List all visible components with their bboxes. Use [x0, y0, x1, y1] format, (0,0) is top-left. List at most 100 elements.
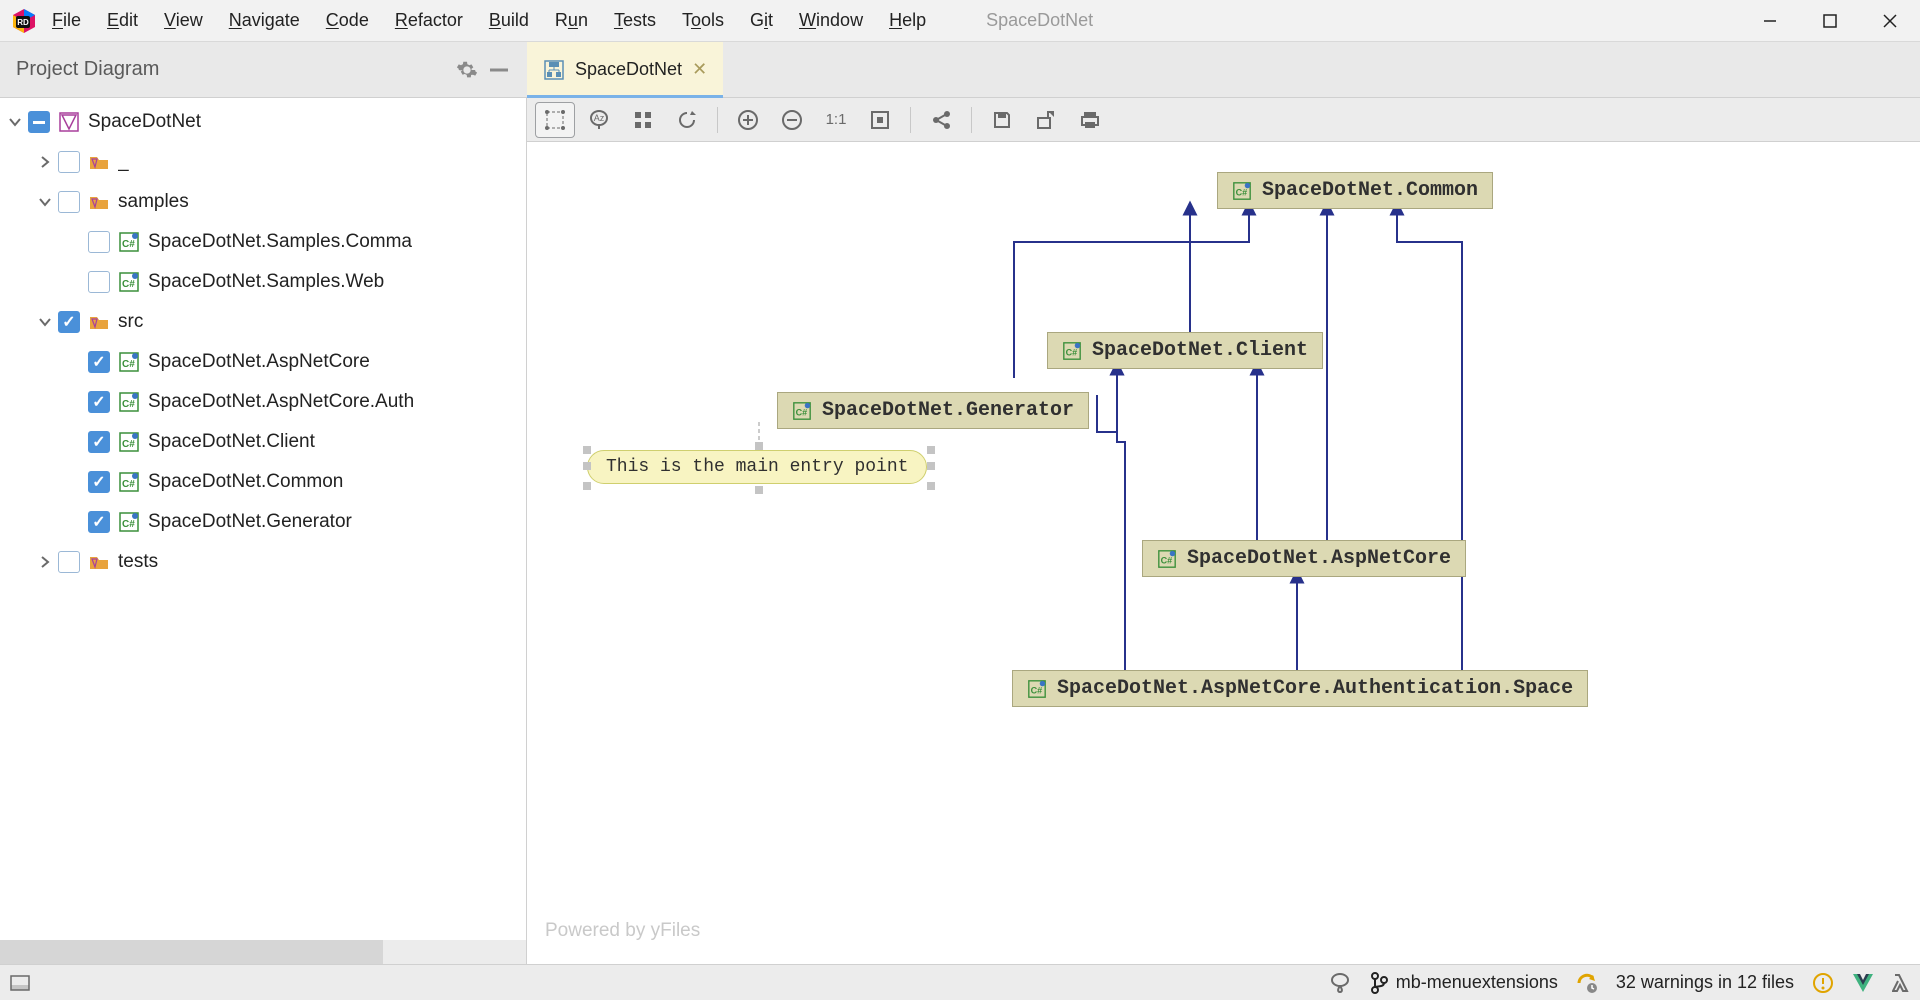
diagram-node-client[interactable]: C# SpaceDotNet.Client — [1047, 332, 1323, 369]
checkbox-checked[interactable] — [88, 511, 110, 533]
toolbar-zoom-actual[interactable]: 1:1 — [816, 102, 856, 138]
tree-node-samples-common[interactable]: C# SpaceDotNet.Samples.Comma — [0, 222, 526, 262]
bottom-panel-toggle[interactable] — [10, 975, 30, 991]
tab-spacedotnet[interactable]: SpaceDotNet ✕ — [527, 42, 723, 97]
menu-window[interactable]: Window — [799, 10, 863, 31]
tree-node-src[interactable]: src — [0, 302, 526, 342]
tree-node-samples[interactable]: samples — [0, 182, 526, 222]
window-minimize-button[interactable] — [1740, 0, 1800, 42]
warnings-text: 32 warnings in 12 files — [1616, 972, 1794, 993]
panel-settings-button[interactable] — [453, 56, 481, 84]
checkbox-checked[interactable] — [58, 311, 80, 333]
selection-handle[interactable] — [755, 442, 763, 450]
status-lambda-icon[interactable] — [1892, 972, 1910, 994]
tabstrip: Project Diagram SpaceDotNet ✕ — [0, 42, 1920, 98]
checkbox-checked[interactable] — [88, 471, 110, 493]
diagram-node-auth[interactable]: C# SpaceDotNet.AspNetCore.Authentication… — [1012, 670, 1588, 707]
toolbar-zoom-in[interactable] — [728, 102, 768, 138]
tree-node-samples-web[interactable]: C# SpaceDotNet.Samples.Web — [0, 262, 526, 302]
chevron-down-icon[interactable] — [38, 315, 58, 329]
chevron-down-icon[interactable] — [38, 195, 58, 209]
csproj-icon: C# — [1027, 679, 1047, 699]
toolbar-save[interactable] — [982, 102, 1022, 138]
status-git-branch[interactable]: mb-menuextensions — [1370, 972, 1558, 994]
tree-label: SpaceDotNet.AspNetCore.Auth — [148, 391, 414, 413]
chevron-down-icon[interactable] — [8, 115, 28, 129]
window-maximize-button[interactable] — [1800, 0, 1860, 42]
selection-handle[interactable] — [583, 462, 591, 470]
toolbar-separator — [971, 107, 972, 133]
panel-minimize-button[interactable] — [485, 56, 513, 84]
tree-node-tests[interactable]: tests — [0, 542, 526, 582]
diagram-note[interactable]: This is the main entry point — [587, 450, 927, 484]
menu-refactor[interactable]: Refactor — [395, 10, 463, 31]
toolbar-fit-content[interactable] — [860, 102, 900, 138]
window-close-button[interactable] — [1860, 0, 1920, 42]
tree-node-common[interactable]: C# SpaceDotNet.Common — [0, 462, 526, 502]
tree-node-aspnetcore-auth[interactable]: C# SpaceDotNet.AspNetCore.Auth — [0, 382, 526, 422]
toolbar-find[interactable]: Az — [579, 102, 619, 138]
menu-file[interactable]: File — [52, 10, 81, 31]
tree-label: SpaceDotNet.AspNetCore — [148, 351, 370, 373]
selection-handle[interactable] — [583, 482, 591, 490]
window-controls — [1740, 0, 1920, 42]
menu-tools[interactable]: Tools — [682, 10, 724, 31]
tree-node-root[interactable]: SpaceDotNet — [0, 102, 526, 142]
tree-node-aspnetcore[interactable]: C# SpaceDotNet.AspNetCore — [0, 342, 526, 382]
toolbar-print[interactable] — [1070, 102, 1110, 138]
menu-run[interactable]: Run — [555, 10, 588, 31]
diagram-node-common[interactable]: C# SpaceDotNet.Common — [1217, 172, 1493, 209]
tree-label: SpaceDotNet.Common — [148, 471, 343, 493]
selection-handle[interactable] — [927, 446, 935, 454]
checkbox-checked[interactable] — [88, 391, 110, 413]
status-vue-icon[interactable] — [1852, 973, 1874, 993]
checkbox-unchecked[interactable] — [58, 551, 80, 573]
tree-node-underscore[interactable]: _ — [0, 142, 526, 182]
tree-node-client[interactable]: C# SpaceDotNet.Client — [0, 422, 526, 462]
titlebar: RD File Edit View Navigate Code Refactor… — [0, 0, 1920, 42]
menu-help[interactable]: Help — [889, 10, 926, 31]
selection-handle[interactable] — [755, 486, 763, 494]
diagram-node-aspnetcore[interactable]: C# SpaceDotNet.AspNetCore — [1142, 540, 1466, 577]
menu-view[interactable]: View — [164, 10, 203, 31]
toolbar-export[interactable] — [1026, 102, 1066, 138]
project-tree[interactable]: SpaceDotNet _ — [0, 98, 526, 586]
checkbox-unchecked[interactable] — [88, 231, 110, 253]
checkbox-checked[interactable] — [88, 431, 110, 453]
toolbar-separator — [910, 107, 911, 133]
toolbar-refresh[interactable] — [667, 102, 707, 138]
sidebar-scrollbar-thumb[interactable] — [0, 940, 383, 964]
chevron-right-icon[interactable] — [38, 155, 58, 169]
selection-handle[interactable] — [927, 462, 935, 470]
menu-edit[interactable]: Edit — [107, 10, 138, 31]
status-warnings[interactable]: 32 warnings in 12 files — [1616, 972, 1794, 993]
checkbox-checked[interactable] — [88, 351, 110, 373]
close-icon[interactable]: ✕ — [692, 59, 707, 80]
checkbox-mixed[interactable] — [28, 111, 50, 133]
status-sync[interactable] — [1576, 972, 1598, 994]
menu-navigate[interactable]: Navigate — [229, 10, 300, 31]
toolbar-grid[interactable] — [623, 102, 663, 138]
menu-tests[interactable]: Tests — [614, 10, 656, 31]
diagram-canvas[interactable]: C# SpaceDotNet.Common C# SpaceDotNet.Cli… — [527, 142, 1920, 964]
diagram-node-generator[interactable]: C# SpaceDotNet.Generator — [777, 392, 1089, 429]
chevron-right-icon[interactable] — [38, 555, 58, 569]
menu-code[interactable]: Code — [326, 10, 369, 31]
toolbar-share[interactable] — [921, 102, 961, 138]
checkbox-unchecked[interactable] — [58, 151, 80, 173]
csproj-icon: C# — [1232, 181, 1252, 201]
menu-git[interactable]: Git — [750, 10, 773, 31]
selection-handle[interactable] — [583, 446, 591, 454]
toolbar-zoom-out[interactable] — [772, 102, 812, 138]
sidebar-scrollbar-track[interactable] — [0, 940, 526, 964]
menu-build[interactable]: Build — [489, 10, 529, 31]
checkbox-unchecked[interactable] — [88, 271, 110, 293]
checkbox-unchecked[interactable] — [58, 191, 80, 213]
rider-logo-icon: RD — [10, 7, 38, 35]
status-search[interactable] — [1330, 972, 1352, 994]
status-info-icon[interactable] — [1812, 972, 1834, 994]
toolbar-select-mode[interactable] — [535, 102, 575, 138]
toolbar-separator — [717, 107, 718, 133]
tree-node-generator[interactable]: C# SpaceDotNet.Generator — [0, 502, 526, 542]
selection-handle[interactable] — [927, 482, 935, 490]
